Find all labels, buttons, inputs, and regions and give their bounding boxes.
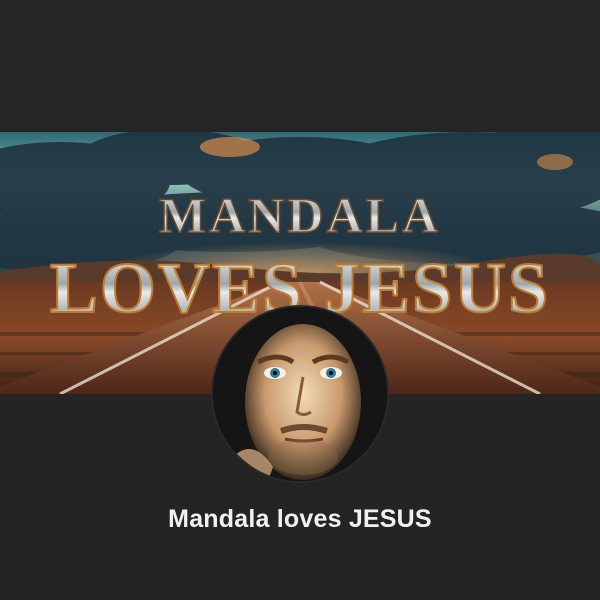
banner-title-line1: MANDALA — [159, 187, 441, 243]
channel-name: Mandala loves JESUS — [168, 505, 432, 533]
top-empty-area — [0, 0, 600, 132]
profile-photo-icon — [213, 307, 387, 481]
channel-avatar[interactable] — [211, 305, 389, 483]
channel-header-page: MANDALA LOVES JESUS Mandala loves JESUS — [0, 0, 600, 600]
